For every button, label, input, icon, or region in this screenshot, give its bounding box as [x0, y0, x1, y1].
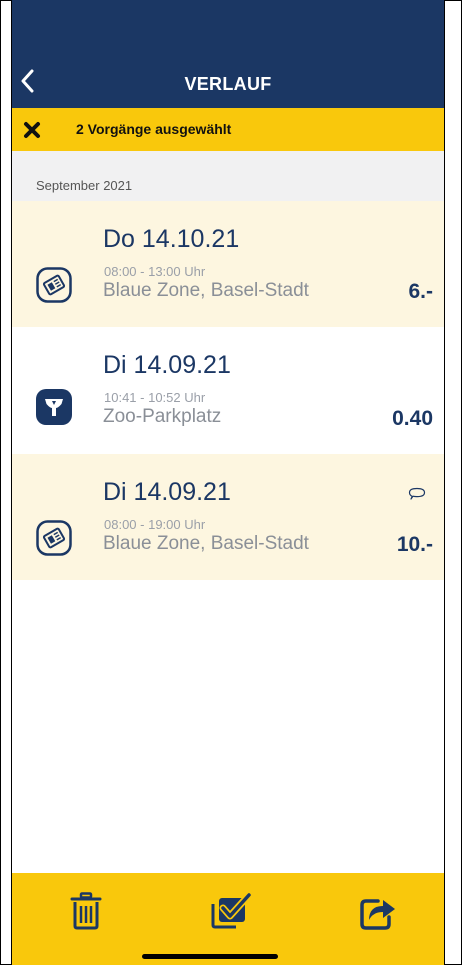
entry-time: 10:41 - 10:52 Uhr	[104, 390, 206, 405]
home-indicator[interactable]	[142, 954, 278, 959]
selection-count-text: 2 Vorgänge ausgewählt	[76, 121, 232, 137]
share-button[interactable]	[356, 889, 400, 933]
entry-amount: 10.-	[396, 533, 433, 556]
page-title: VERLAUF	[184, 74, 272, 94]
entry-location: Zoo-Parkplatz	[103, 406, 222, 427]
entry-date: Di 14.09.21	[103, 478, 231, 506]
entry-location: Blaue Zone, Basel-Stadt	[103, 280, 309, 301]
entry-time: 08:00 - 13:00 Uhr	[104, 264, 206, 279]
share-icon	[360, 899, 395, 930]
section-header: September 2021	[12, 151, 444, 201]
nav-header: VERLAUF	[12, 0, 444, 108]
delete-button[interactable]	[64, 889, 108, 933]
clear-selection-button[interactable]	[22, 120, 42, 140]
parking-meter-icon	[36, 389, 72, 425]
entry-amount: 0.40	[392, 407, 433, 430]
entry-date: Do 14.10.21	[103, 225, 240, 253]
history-entry[interactable]: Do 14.10.21 08:00 - 13:00 Uhr Blaue Zone…	[12, 201, 444, 327]
entry-date: Di 14.09.21	[103, 351, 231, 379]
section-label: September 2021	[36, 178, 133, 193]
close-icon	[24, 122, 40, 138]
entry-time: 08:00 - 19:00 Uhr	[104, 517, 206, 532]
app-screen: VERLAUF 2 Vorgänge ausgewählt September …	[12, 0, 444, 965]
entry-location: Blaue Zone, Basel-Stadt	[103, 533, 309, 554]
bottom-toolbar	[12, 873, 444, 965]
trash-icon	[70, 892, 102, 930]
history-entry[interactable]: Di 14.09.21 08:00 - 19:00 Uhr Blaue Zone…	[12, 454, 444, 580]
right-border	[444, 0, 445, 965]
selection-bar: 2 Vorgänge ausgewählt	[12, 108, 444, 151]
select-all-button[interactable]	[208, 889, 252, 933]
parking-disc-icon	[36, 267, 72, 303]
comment-icon	[408, 487, 426, 500]
history-entry[interactable]: Di 14.09.21 10:41 - 10:52 Uhr Zoo-Parkpl…	[12, 327, 444, 453]
entry-amount: 6.-	[408, 280, 433, 303]
select-all-icon	[211, 891, 251, 929]
parking-disc-icon	[36, 520, 72, 556]
